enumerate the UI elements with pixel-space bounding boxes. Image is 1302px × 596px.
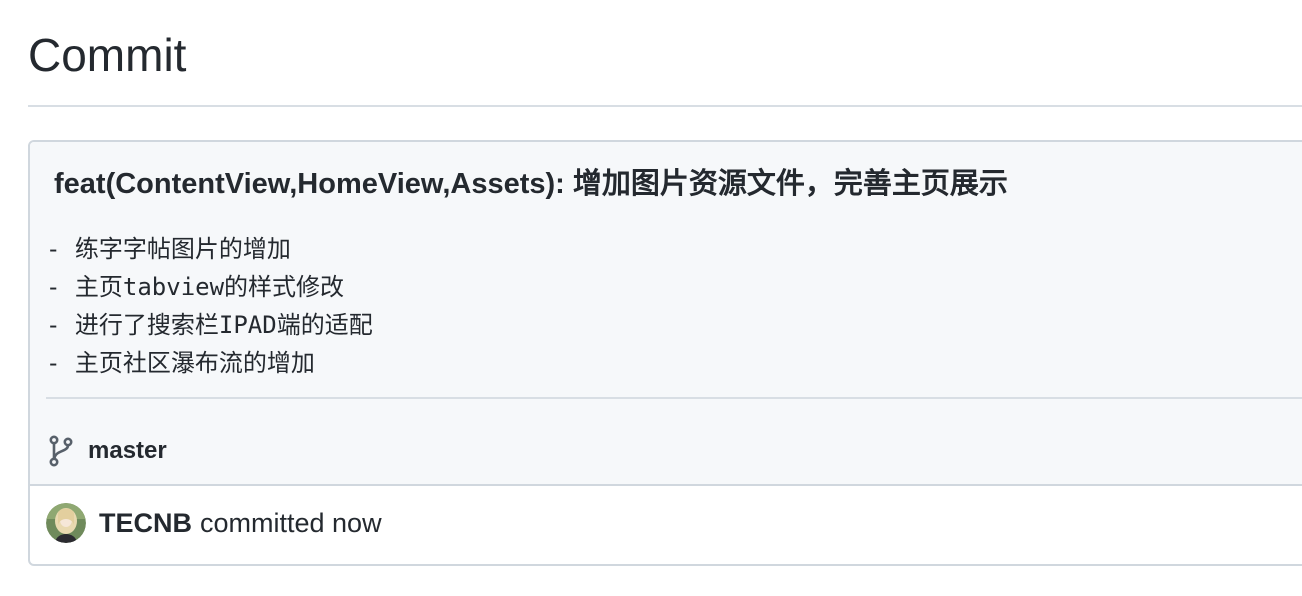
git-branch-icon [46,435,76,467]
description-line: - 进行了搜索栏IPAD端的适配 [46,311,373,339]
description-line: - 练字字帖图片的增加 [46,235,291,263]
commit-box: feat(ContentView,HomeView,Assets): 增加图片资… [28,140,1302,566]
description-divider [46,397,1302,399]
user-avatar[interactable] [46,503,86,543]
description-line: - 主页社区瀑布流的增加 [46,349,315,377]
commit-description: - 练字字帖图片的增加 - 主页tabview的样式修改 - 进行了搜索栏IPA… [46,230,373,382]
author-row: TECNB committed now [46,502,382,544]
commit-title: feat(ContentView,HomeView,Assets): 增加图片资… [54,168,1008,200]
branch-link-master[interactable]: master [88,437,167,465]
commit-time: committed now [200,507,382,538]
author-link[interactable]: TECNB [99,508,192,539]
commit-header: feat(ContentView,HomeView,Assets): 增加图片资… [30,142,1302,486]
title-divider [28,105,1302,107]
page-title: Commit [28,29,187,81]
description-line: - 主页tabview的样式修改 [46,273,345,301]
branch-row: master [46,434,167,468]
commit-page: Commit feat(ContentView,HomeView,Assets)… [0,0,1302,596]
